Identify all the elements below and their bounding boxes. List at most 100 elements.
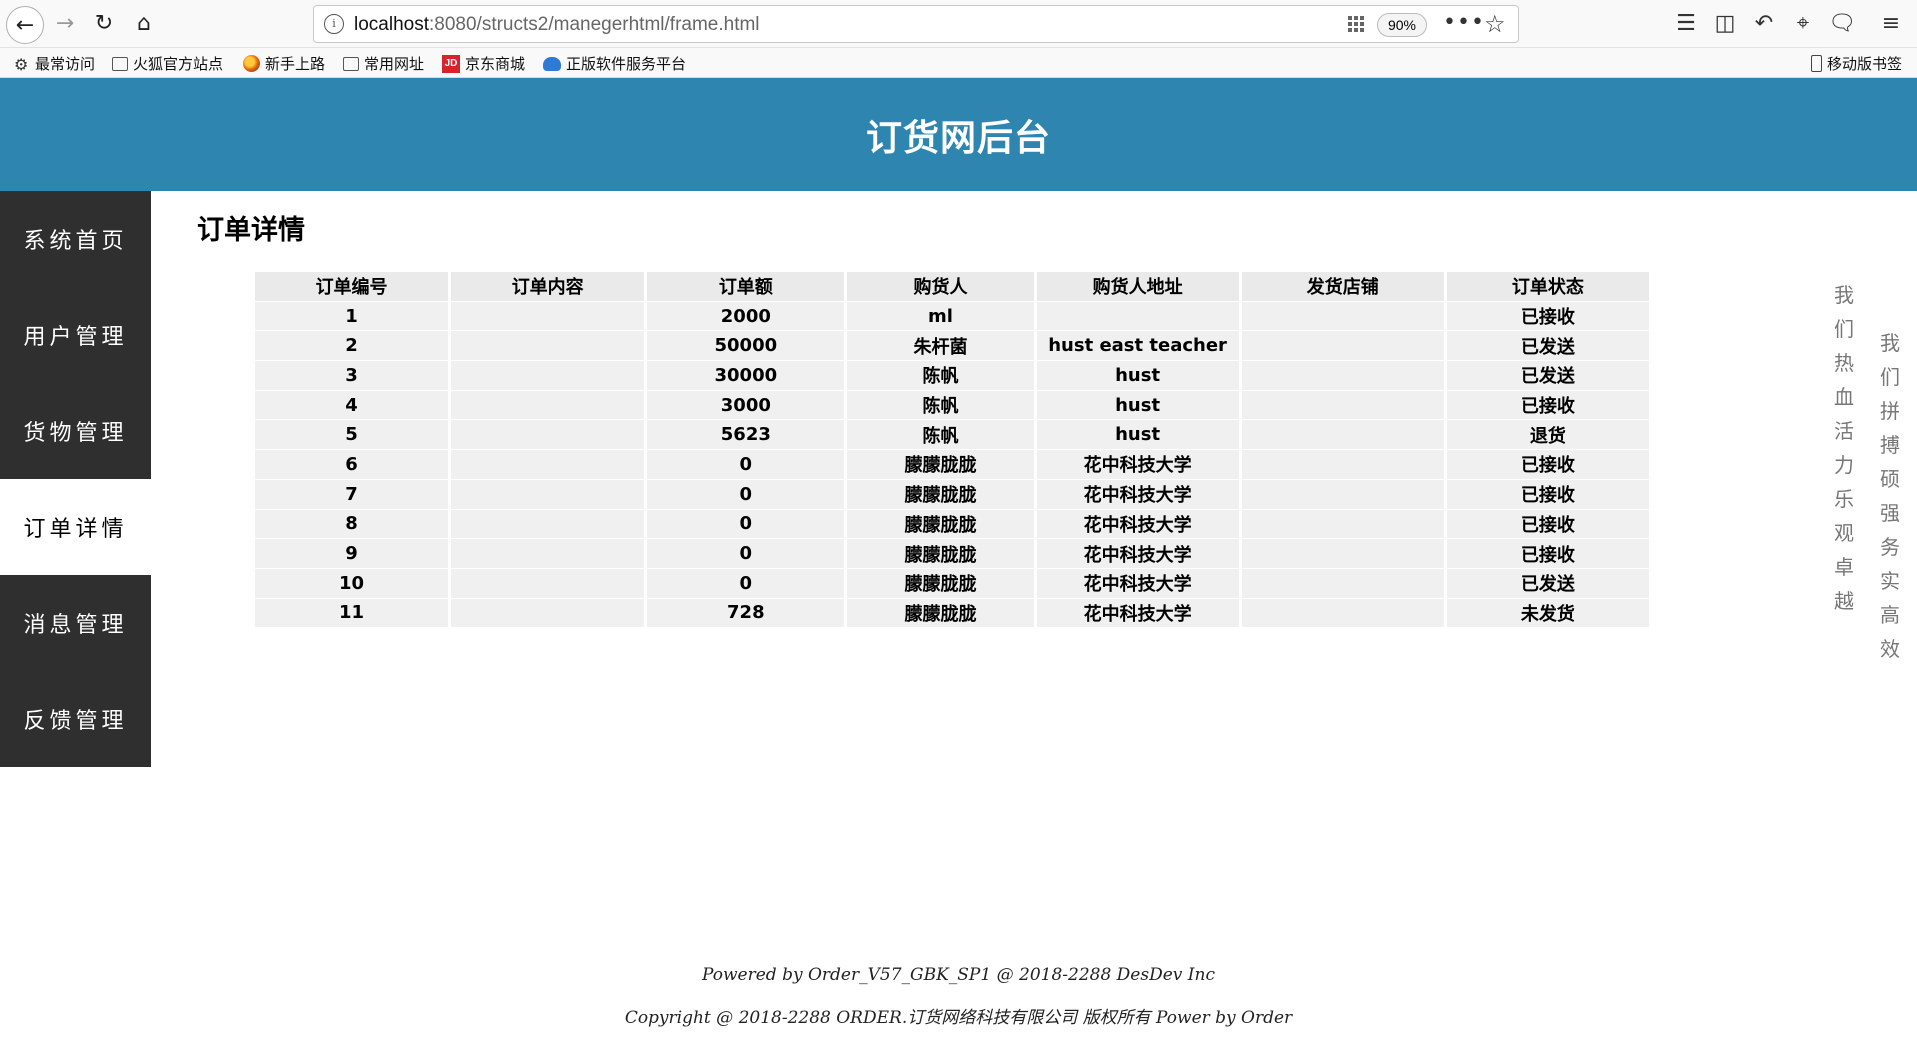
cell-buyer: 朦朦胧胧 <box>847 568 1034 599</box>
sidebar-item-home[interactable]: 系统首页 <box>0 191 151 287</box>
address-bar[interactable]: i localhost:8080/structs2/manegerhtml/fr… <box>313 5 1519 43</box>
cell-status: 已接收 <box>1446 539 1649 569</box>
cell-content <box>451 331 645 362</box>
site-info-icon[interactable]: i <box>324 14 344 34</box>
sidebar-item-orders[interactable]: 订单详情 <box>0 479 151 575</box>
cell-shop <box>1241 568 1444 599</box>
cell-order-id: 2 <box>255 331 449 362</box>
reload-icon[interactable]: ↻ <box>89 8 119 38</box>
cell-content <box>451 598 645 629</box>
cell-address: hust <box>1036 361 1239 391</box>
sidebar-item-feedback[interactable]: 反馈管理 <box>0 671 151 767</box>
cell-order-id: 8 <box>255 509 449 540</box>
page-title: 订单详情 <box>197 215 305 246</box>
cell-address: hust east teacher <box>1036 331 1239 362</box>
cell-status: 已接收 <box>1446 390 1649 421</box>
cell-buyer: 朦朦胧胧 <box>847 479 1034 510</box>
url-text[interactable]: localhost:8080/structs2/manegerhtml/fram… <box>354 14 760 36</box>
site-header: 订货网后台 <box>0 78 1917 191</box>
cell-shop <box>1241 509 1444 540</box>
cell-order-id: 6 <box>255 450 449 480</box>
bookmark-getting-started[interactable]: 新手上路 <box>243 53 325 74</box>
slogan-left: 我们热血活力乐观卓越 <box>1829 278 1859 618</box>
forward-arrow-icon[interactable]: → <box>50 8 80 38</box>
cell-address: 花中科技大学 <box>1036 450 1239 480</box>
bookmark-label: 京东商城 <box>465 55 526 73</box>
sidebar-item-goods[interactable]: 货物管理 <box>0 383 151 479</box>
footer-copyright: Copyright @ 2018-2288 ORDER.订货网络科技有限公司 版… <box>624 1008 1293 1028</box>
undo-icon[interactable]: ↶ <box>1750 9 1778 37</box>
site-title: 订货网后台 <box>865 117 1051 159</box>
library-icon[interactable]: ☰ <box>1672 9 1700 37</box>
cell-shop <box>1241 598 1444 629</box>
url-path: :8080/structs2/manegerhtml/frame.html <box>429 14 760 35</box>
screenshot-crop-icon[interactable]: ⌖ <box>1789 9 1817 37</box>
col-header-content: 订单内容 <box>451 272 645 302</box>
back-arrow-icon[interactable]: ← <box>6 6 44 44</box>
cell-order-id: 10 <box>255 568 449 599</box>
slogan-char: 效 <box>1880 637 1900 661</box>
bookmark-firefox-official[interactable]: 火狐官方站点 <box>112 53 223 74</box>
bookmark-label: 正版软件服务平台 <box>566 55 687 73</box>
cell-order-id: 9 <box>255 539 449 569</box>
cell-amount: 0 <box>647 568 845 599</box>
cell-content <box>451 420 645 451</box>
table-row: 9 0 朦朦胧胧 花中科技大学 已接收 <box>255 539 1649 569</box>
bookmarks-bar: ⚙ 最常访问 火狐官方站点 新手上路 常用网址 JD 京东商城 正版软件服务平台… <box>0 48 1917 78</box>
slogan-char: 观 <box>1834 521 1854 545</box>
cell-shop <box>1241 361 1444 391</box>
bookmark-star-icon[interactable]: ☆ <box>1484 10 1506 38</box>
bookmark-jd[interactable]: JD 京东商城 <box>442 53 525 74</box>
col-header-buyer: 购货人 <box>847 272 1034 302</box>
zoom-level-badge[interactable]: 90% <box>1377 13 1427 37</box>
slogan-right: 我们拼搏硕强务实高效 <box>1875 326 1905 666</box>
cell-buyer: 朱杆菌 <box>847 331 1034 362</box>
url-host: localhost <box>354 14 429 35</box>
bookmark-common-sites[interactable]: 常用网址 <box>343 53 424 74</box>
table-row: 11 728 朦朦胧胧 花中科技大学 未发货 <box>255 598 1649 629</box>
table-header-row: 订单编号 订单内容 订单额 购货人 购货人地址 发货店铺 订单状态 <box>255 272 1649 302</box>
qr-code-icon[interactable] <box>1347 15 1365 33</box>
slogan-char: 硕 <box>1880 467 1900 491</box>
cell-status: 退货 <box>1446 420 1649 451</box>
table-row: 7 0 朦朦胧胧 花中科技大学 已接收 <box>255 479 1649 510</box>
slogan-char: 热 <box>1834 351 1854 375</box>
hamburger-menu-icon[interactable]: ≡ <box>1877 9 1905 37</box>
cell-content <box>451 539 645 569</box>
bookmark-mobile[interactable]: 移动版书签 <box>1811 53 1902 74</box>
slogan-char: 搏 <box>1880 433 1900 457</box>
browser-toolbar: ← → ↻ ⌂ i localhost:8080/structs2/manege… <box>0 0 1917 48</box>
slogan-char: 拼 <box>1880 399 1900 423</box>
bookmark-most-visited[interactable]: ⚙ 最常访问 <box>14 53 95 74</box>
cell-status: 已发送 <box>1446 568 1649 599</box>
cell-amount: 5623 <box>647 420 845 451</box>
more-actions-icon[interactable]: ••• <box>1443 10 1485 35</box>
cell-order-id: 3 <box>255 361 449 391</box>
slogan-char: 血 <box>1834 385 1854 409</box>
chat-bubble-icon[interactable]: 🗨 <box>1828 9 1856 37</box>
slogan-char: 强 <box>1880 501 1900 525</box>
cell-order-id: 7 <box>255 479 449 510</box>
cell-status: 已接收 <box>1446 301 1649 332</box>
cell-address: hust <box>1036 420 1239 451</box>
cell-shop <box>1241 479 1444 510</box>
home-icon[interactable]: ⌂ <box>129 8 159 38</box>
slogan-char: 乐 <box>1834 487 1854 511</box>
col-header-order-id: 订单编号 <box>255 272 449 302</box>
cell-address <box>1036 301 1239 332</box>
table-row: 10 0 朦朦胧胧 花中科技大学 已发送 <box>255 568 1649 599</box>
sidebar-item-users[interactable]: 用户管理 <box>0 287 151 383</box>
slogan-char: 力 <box>1834 453 1854 477</box>
bookmark-software-platform[interactable]: 正版软件服务平台 <box>543 53 686 74</box>
cell-address: 花中科技大学 <box>1036 598 1239 629</box>
cell-buyer: 陈帆 <box>847 361 1034 391</box>
gear-icon: ⚙ <box>14 54 29 74</box>
cell-shop <box>1241 450 1444 480</box>
sidebar-item-messages[interactable]: 消息管理 <box>0 575 151 671</box>
table-row: 2 50000 朱杆菌 hust east teacher 已发送 <box>255 331 1649 362</box>
cell-status: 未发货 <box>1446 598 1649 629</box>
cell-content <box>451 450 645 480</box>
cell-address: 花中科技大学 <box>1036 568 1239 599</box>
cell-amount: 0 <box>647 479 845 510</box>
sidebar-toggle-icon[interactable]: ◫ <box>1711 9 1739 37</box>
